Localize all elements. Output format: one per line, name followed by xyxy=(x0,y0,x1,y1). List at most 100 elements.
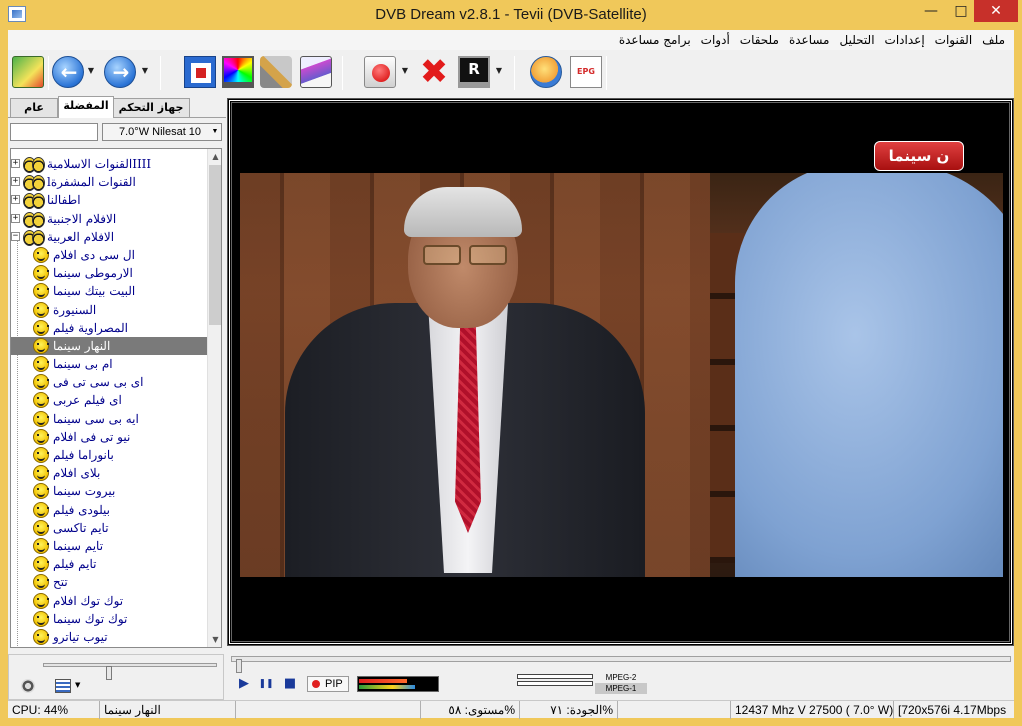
volume-slider-thumb[interactable] xyxy=(106,666,112,680)
channel-item[interactable]: بانوراما فيلم xyxy=(11,446,207,464)
epg-icon[interactable]: EPG xyxy=(570,56,602,88)
remote-icon[interactable]: R xyxy=(458,56,490,88)
glasses xyxy=(423,245,507,265)
channel-item[interactable]: اى فيلم عربى xyxy=(11,391,207,409)
channel-item[interactable]: ايه بى سى سينما xyxy=(11,410,207,428)
channel-item[interactable]: تايم فيلم xyxy=(11,555,207,573)
seek-thumb[interactable] xyxy=(236,659,242,673)
tree-group[interactable]: + اطفالنا xyxy=(11,191,207,210)
forward-dropdown-button[interactable]: ▼ xyxy=(140,64,150,78)
list-view-icon[interactable] xyxy=(55,679,71,693)
channel-item[interactable]: تايم تاكسى xyxy=(11,519,207,537)
toolbar-separator xyxy=(606,56,607,90)
channel-logo: ن سينما xyxy=(874,141,964,171)
toolbar-separator xyxy=(514,56,515,90)
channel-item[interactable]: بلاى افلام xyxy=(11,464,207,482)
channel-label: توك توك افلام xyxy=(53,593,124,608)
expand-icon[interactable]: + xyxy=(11,195,20,205)
video-frame[interactable]: ن سينما xyxy=(227,98,1014,646)
remote-dropdown-button[interactable]: ▼ xyxy=(494,64,504,78)
scroll-down-button[interactable]: ▼ xyxy=(208,632,221,647)
menu-tools[interactable]: أدوات xyxy=(696,30,735,50)
tree-group[interactable]: + القنوات المشفرةl xyxy=(11,173,207,192)
volume-slider[interactable] xyxy=(43,663,217,680)
channel-label: بيروت سينما xyxy=(53,484,116,499)
record-dropdown-button[interactable]: ▼ xyxy=(400,64,410,78)
tab-favorites[interactable]: المفضلة xyxy=(58,96,114,118)
channel-item[interactable]: تتح xyxy=(11,573,207,591)
tab-device[interactable]: جهاز التحكم xyxy=(112,98,190,117)
x-icon[interactable]: ✖ xyxy=(418,55,450,89)
fullscreen-icon[interactable] xyxy=(184,56,216,88)
menu-channels[interactable]: القنوات xyxy=(930,30,978,50)
maximize-button[interactable]: □ xyxy=(948,0,974,22)
pause-button[interactable]: ❚❚ xyxy=(257,676,275,692)
seek-slider[interactable] xyxy=(231,656,1011,673)
wizard-icon[interactable] xyxy=(300,56,332,88)
channel-label: الارموطى سينما xyxy=(53,266,133,281)
man-shirt xyxy=(428,303,508,573)
channel-item[interactable]: بيروت سينما xyxy=(11,482,207,500)
tree-group[interactable]: + IIIIالقنوات الاسلامية xyxy=(11,155,207,173)
back-button[interactable]: ← xyxy=(52,56,84,88)
forward-button[interactable]: → xyxy=(104,56,136,88)
menu-help-programs[interactable]: برامج مساعدة xyxy=(614,30,696,50)
channel-item[interactable]: الارموطى سينما xyxy=(11,264,207,282)
menu-analysis[interactable]: التحليل xyxy=(835,30,880,50)
channel-item[interactable]: جرشة سينما xyxy=(11,646,207,647)
channel-item[interactable]: ال سى دى افلام xyxy=(11,246,207,264)
channel-item[interactable]: بيلودى فيلم xyxy=(11,501,207,519)
tab-general[interactable]: عام xyxy=(10,98,58,117)
back-dropdown-button[interactable]: ▼ xyxy=(86,64,96,78)
channel-item[interactable]: نيو تى فى افلام xyxy=(11,428,207,446)
tree-group[interactable]: − الافلام العربية xyxy=(11,228,207,246)
app-window: DVB Dream v2.8.1 - Tevii (DVB-Satellite)… xyxy=(0,0,1022,726)
tools-icon[interactable] xyxy=(260,56,292,88)
channel-item[interactable]: السنيورة xyxy=(11,301,207,319)
record-icon[interactable] xyxy=(364,56,396,88)
channel-item[interactable]: النهار سينما xyxy=(11,336,207,356)
speaker-icon[interactable] xyxy=(21,679,35,693)
scroll-thumb[interactable] xyxy=(209,165,221,325)
play-button[interactable]: ▶ xyxy=(235,676,253,692)
channel-item[interactable]: البيت بيتك سينما xyxy=(11,282,207,300)
expand-icon[interactable]: + xyxy=(11,159,20,168)
man-back xyxy=(735,173,1003,577)
channel-label: بلاى افلام xyxy=(53,466,101,481)
collapse-icon[interactable]: − xyxy=(11,231,20,241)
codec-option[interactable]: MPEG-1 xyxy=(595,683,647,694)
smiley-icon xyxy=(33,392,49,409)
pip-button[interactable]: PIP xyxy=(307,676,349,692)
channel-item[interactable]: تيوب تياترو xyxy=(11,628,207,646)
stop-button[interactable]: ■ xyxy=(281,676,299,692)
menu-addons[interactable]: ملحقات xyxy=(735,30,784,50)
scroll-up-button[interactable]: ▲ xyxy=(208,149,221,164)
tree-scrollbar[interactable]: ▲ ▼ xyxy=(207,149,221,647)
codec-option[interactable]: MPEG-2 xyxy=(595,672,647,683)
minimize-button[interactable]: — xyxy=(914,0,948,22)
channel-item[interactable]: اى بى سى تى فى xyxy=(11,373,207,391)
channel-item[interactable]: ام بى سينما xyxy=(11,355,207,373)
close-button[interactable]: ✕ xyxy=(974,0,1018,22)
map-icon[interactable] xyxy=(12,56,44,88)
channel-panel: جهاز التحكم المفضلة عام 7.0°W Nilesat 10… xyxy=(8,96,226,682)
channel-item[interactable]: توك توك افلام xyxy=(11,592,207,610)
channel-item[interactable]: توك توك سينما xyxy=(11,610,207,628)
tree-group[interactable]: + الافلام الاجنبية xyxy=(11,210,207,228)
forward-arrow-icon: → xyxy=(112,60,130,84)
color-settings-icon[interactable] xyxy=(222,56,254,88)
expand-icon[interactable]: + xyxy=(11,177,20,187)
menu-settings[interactable]: إعدادات xyxy=(880,30,930,50)
channel-item[interactable]: المصراوية فيلم xyxy=(11,319,207,337)
satellite-select[interactable]: 7.0°W Nilesat 10 ▼ xyxy=(102,123,222,141)
menu-help[interactable]: مساعدة xyxy=(784,30,835,50)
expand-icon[interactable]: + xyxy=(11,213,20,223)
channel-filter-input[interactable] xyxy=(10,123,98,141)
satellite-icon[interactable] xyxy=(530,56,562,88)
tree-group-label: الافلام الاجنبية xyxy=(47,211,117,226)
channel-item[interactable]: تايم سينما xyxy=(11,537,207,555)
toolbar-separator xyxy=(48,56,49,90)
title-bar[interactable]: DVB Dream v2.8.1 - Tevii (DVB-Satellite)… xyxy=(0,0,1022,30)
list-view-dropdown[interactable]: ▼ xyxy=(75,681,80,689)
menu-file[interactable]: ملف xyxy=(977,30,1010,50)
